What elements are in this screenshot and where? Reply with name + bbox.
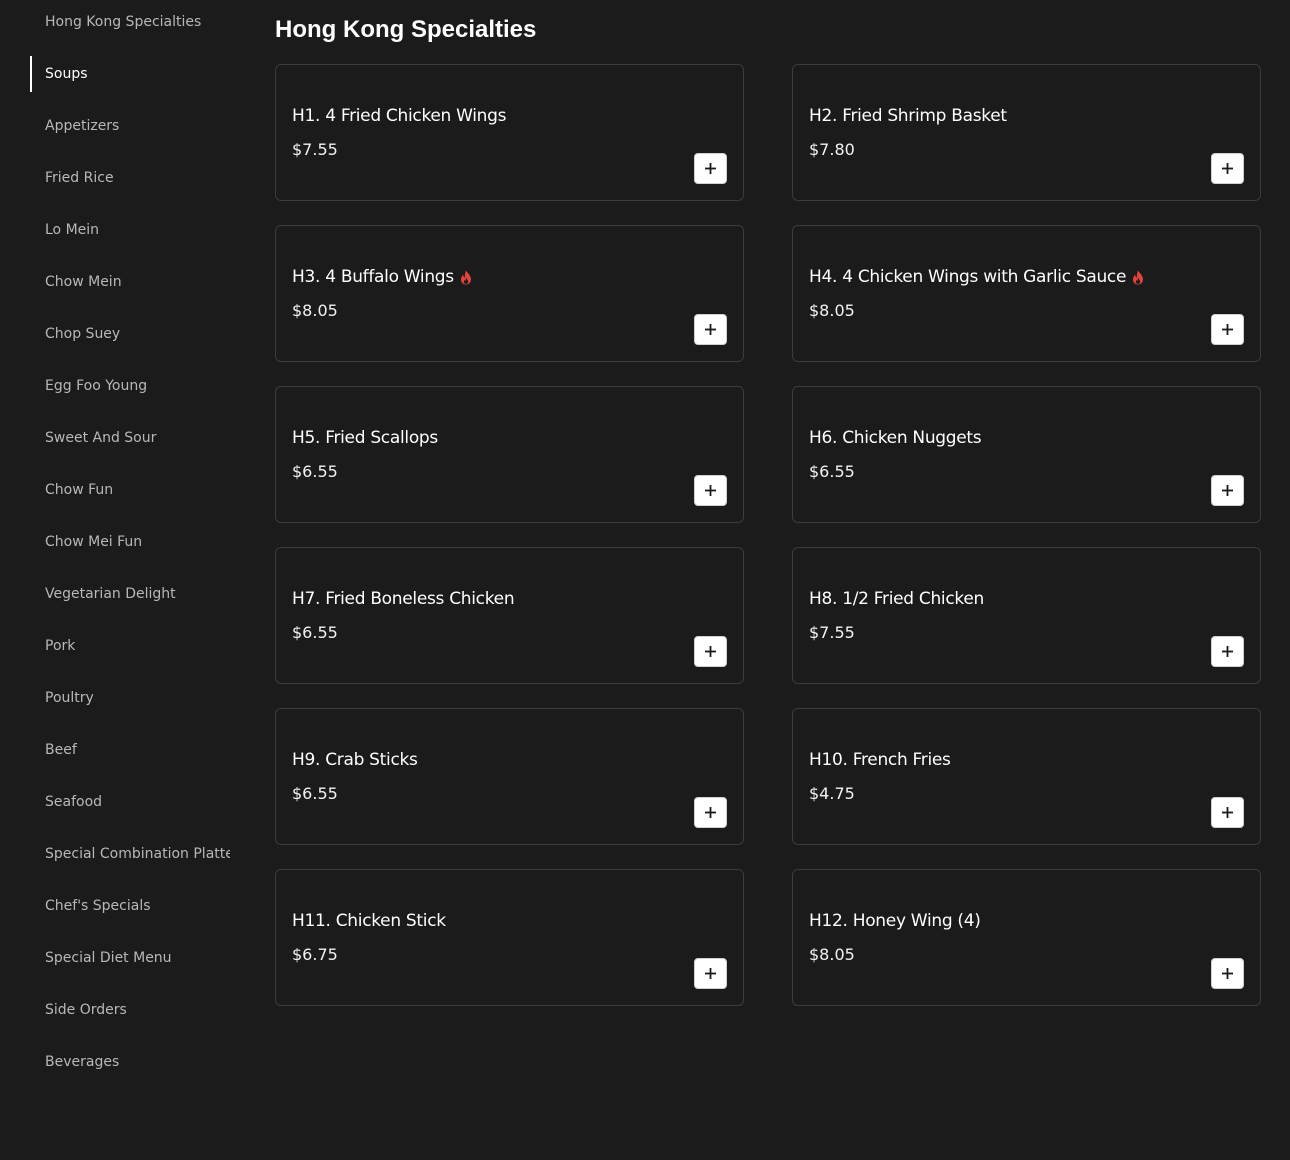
menu-item-name: H9. Crab Sticks bbox=[292, 750, 418, 770]
menu-item-price: $7.80 bbox=[809, 140, 855, 159]
sidebar-category-item[interactable]: Soups bbox=[30, 56, 230, 92]
add-to-cart-button[interactable] bbox=[694, 636, 727, 667]
sidebar-category-item[interactable]: Hong Kong Specialties bbox=[30, 4, 230, 40]
menu-item-name: H8. 1/2 Fried Chicken bbox=[809, 589, 984, 609]
menu-item-name: H3. 4 Buffalo Wings bbox=[292, 267, 454, 287]
category-sidebar: Hong Kong Specialties Soups Appetizers Frie… bbox=[0, 0, 230, 1160]
sidebar-category-item[interactable]: Poultry bbox=[30, 680, 230, 716]
menu-item-card[interactable]: H6. Chicken Nuggets $6.55 bbox=[792, 386, 1261, 523]
sidebar-category-item[interactable]: Chow Mein bbox=[30, 264, 230, 300]
menu-page: Hong Kong Specialties Soups Appetizers Frie… bbox=[0, 0, 1290, 1160]
plus-icon bbox=[1222, 807, 1233, 818]
sidebar-category-item[interactable]: Vegetarian Delight bbox=[30, 576, 230, 612]
sidebar-category-item[interactable]: Seafood bbox=[30, 784, 230, 820]
sidebar-category-item[interactable]: Special Diet Menu bbox=[30, 940, 230, 976]
add-to-cart-button[interactable] bbox=[1211, 153, 1244, 184]
menu-item-card[interactable]: H8. 1/2 Fried Chicken $7.55 bbox=[792, 547, 1261, 684]
menu-item-card[interactable]: H10. French Fries $4.75 bbox=[792, 708, 1261, 845]
menu-item-name-row: H8. 1/2 Fried Chicken bbox=[809, 587, 984, 611]
sidebar-category-item[interactable]: Lo Mein bbox=[30, 212, 230, 248]
menu-item-name: H6. Chicken Nuggets bbox=[809, 428, 982, 448]
menu-item-name: H7. Fried Boneless Chicken bbox=[292, 589, 515, 609]
menu-item-price: $6.55 bbox=[292, 623, 338, 642]
plus-icon bbox=[705, 324, 716, 335]
add-to-cart-button[interactable] bbox=[694, 797, 727, 828]
menu-item-name: H10. French Fries bbox=[809, 750, 951, 770]
sidebar-category-item[interactable]: Pork bbox=[30, 628, 230, 664]
sidebar-category-item[interactable]: Fried Rice bbox=[30, 160, 230, 196]
menu-item-name: H4. 4 Chicken Wings with Garlic Sauce bbox=[809, 267, 1127, 287]
add-to-cart-button[interactable] bbox=[694, 958, 727, 989]
menu-item-name-row: H2. Fried Shrimp Basket bbox=[809, 104, 1007, 128]
plus-icon bbox=[1222, 646, 1233, 657]
menu-item-name-row: H7. Fried Boneless Chicken bbox=[292, 587, 515, 611]
plus-icon bbox=[705, 807, 716, 818]
menu-item-price: $6.75 bbox=[292, 945, 338, 964]
menu-item-price: $7.55 bbox=[292, 140, 338, 159]
menu-item-price: $7.55 bbox=[809, 623, 855, 642]
menu-item-name: H2. Fried Shrimp Basket bbox=[809, 106, 1007, 126]
menu-item-name-row: H11. Chicken Stick bbox=[292, 909, 446, 933]
menu-item-card[interactable]: H7. Fried Boneless Chicken $6.55 bbox=[275, 547, 744, 684]
menu-item-name-row: H6. Chicken Nuggets bbox=[809, 426, 982, 450]
add-to-cart-button[interactable] bbox=[694, 475, 727, 506]
menu-item-price: $8.05 bbox=[809, 301, 855, 320]
sidebar-category-item[interactable]: Appetizers bbox=[30, 108, 230, 144]
sidebar-category-item[interactable]: Sweet And Sour bbox=[30, 420, 230, 456]
add-to-cart-button[interactable] bbox=[1211, 475, 1244, 506]
page-title: Hong Kong Specialties bbox=[275, 16, 537, 43]
menu-item-price: $8.05 bbox=[809, 945, 855, 964]
menu-item-name-row: H4. 4 Chicken Wings with Garlic Sauce bbox=[809, 265, 1144, 289]
flame-icon bbox=[460, 270, 471, 284]
menu-item-name-row: H3. 4 Buffalo Wings bbox=[292, 265, 472, 289]
menu-item-name-row: H10. French Fries bbox=[809, 748, 951, 772]
menu-item-name-row: H9. Crab Sticks bbox=[292, 748, 418, 772]
add-to-cart-button[interactable] bbox=[694, 153, 727, 184]
menu-item-card[interactable]: H3. 4 Buffalo Wings $8.05 bbox=[275, 225, 744, 362]
plus-icon bbox=[1222, 324, 1233, 335]
add-to-cart-button[interactable] bbox=[1211, 636, 1244, 667]
menu-item-price: $6.55 bbox=[292, 462, 338, 481]
sidebar-category-item[interactable]: Side Orders bbox=[30, 992, 230, 1028]
plus-icon bbox=[705, 646, 716, 657]
menu-item-name-row: H12. Honey Wing (4) bbox=[809, 909, 981, 933]
sidebar-category-item[interactable]: Chow Fun bbox=[30, 472, 230, 508]
menu-item-card[interactable]: H12. Honey Wing (4) $8.05 bbox=[792, 869, 1261, 1006]
sidebar-category-item[interactable]: Beef bbox=[30, 732, 230, 768]
sidebar-category-item[interactable]: Chef's Specials bbox=[30, 888, 230, 924]
flame-icon bbox=[1133, 270, 1144, 284]
add-to-cart-button[interactable] bbox=[694, 314, 727, 345]
menu-item-name: H1. 4 Fried Chicken Wings bbox=[292, 106, 507, 126]
sidebar-category-item[interactable]: Chow Mei Fun bbox=[30, 524, 230, 560]
menu-item-card[interactable]: H2. Fried Shrimp Basket $7.80 bbox=[792, 64, 1261, 201]
menu-item-card[interactable]: H1. 4 Fried Chicken Wings $7.55 bbox=[275, 64, 744, 201]
menu-item-price: $4.75 bbox=[809, 784, 855, 803]
plus-icon bbox=[1222, 163, 1233, 174]
menu-item-price: $8.05 bbox=[292, 301, 338, 320]
menu-item-card[interactable]: H11. Chicken Stick $6.75 bbox=[275, 869, 744, 1006]
sidebar-category-item[interactable]: Beverages bbox=[30, 1044, 230, 1080]
menu-item-card[interactable]: H5. Fried Scallops $6.55 bbox=[275, 386, 744, 523]
add-to-cart-button[interactable] bbox=[1211, 314, 1244, 345]
menu-item-name: H11. Chicken Stick bbox=[292, 911, 446, 931]
sidebar-category-item[interactable]: Egg Foo Young bbox=[30, 368, 230, 404]
sidebar-category-item[interactable]: Special Combination Platters bbox=[30, 836, 230, 872]
plus-icon bbox=[1222, 968, 1233, 979]
menu-item-card[interactable]: H9. Crab Sticks $6.55 bbox=[275, 708, 744, 845]
add-to-cart-button[interactable] bbox=[1211, 797, 1244, 828]
plus-icon bbox=[705, 485, 716, 496]
menu-item-name: H12. Honey Wing (4) bbox=[809, 911, 981, 931]
menu-item-card[interactable]: H4. 4 Chicken Wings with Garlic Sauce $8.… bbox=[792, 225, 1261, 362]
sidebar-category-item[interactable]: Chop Suey bbox=[30, 316, 230, 352]
menu-item-name-row: H1. 4 Fried Chicken Wings bbox=[292, 104, 507, 128]
menu-item-name-row: H5. Fried Scallops bbox=[292, 426, 438, 450]
plus-icon bbox=[705, 968, 716, 979]
plus-icon bbox=[705, 163, 716, 174]
add-to-cart-button[interactable] bbox=[1211, 958, 1244, 989]
menu-item-price: $6.55 bbox=[809, 462, 855, 481]
plus-icon bbox=[1222, 485, 1233, 496]
menu-item-price: $6.55 bbox=[292, 784, 338, 803]
menu-item-name: H5. Fried Scallops bbox=[292, 428, 438, 448]
menu-item-grid: H1. 4 Fried Chicken Wings $7.55 H2. Fried … bbox=[275, 64, 1261, 1006]
